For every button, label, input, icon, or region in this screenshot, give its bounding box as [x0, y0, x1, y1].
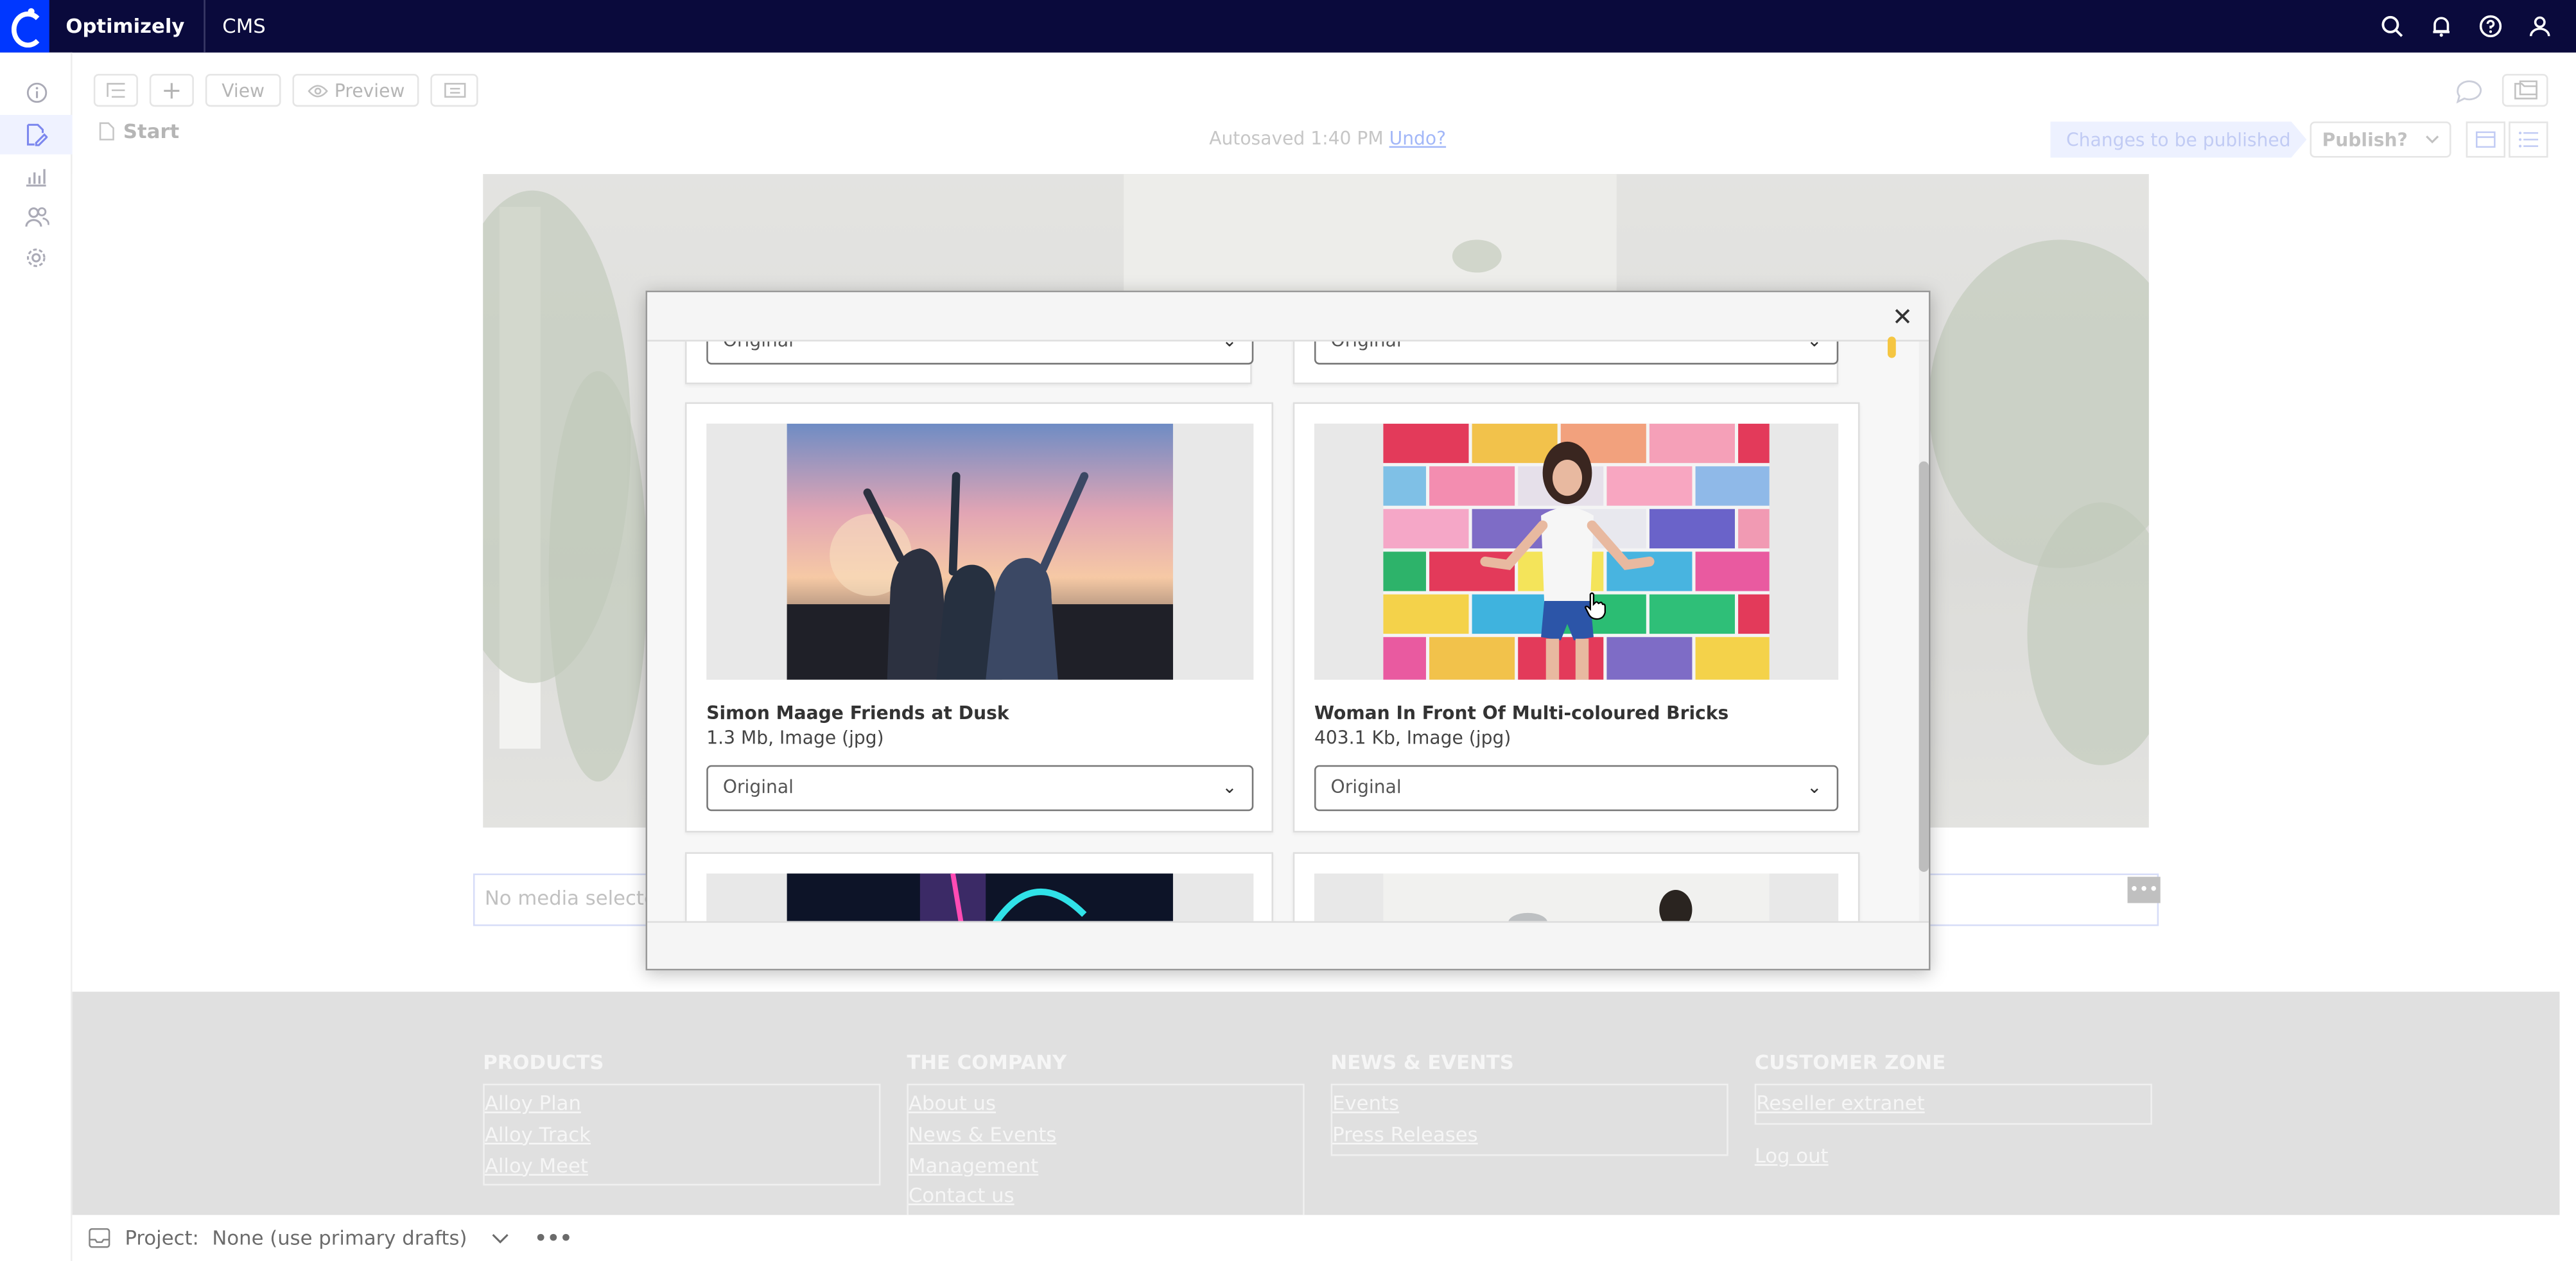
media-thumbnail: [1314, 423, 1839, 680]
chevron-down-icon: ⌄: [1222, 342, 1237, 351]
media-card[interactable]: [1292, 852, 1860, 921]
media-meta: 403.1 Kb, Image (jpg): [1314, 727, 1511, 749]
upload-progress-indicator: [1887, 336, 1896, 358]
size-select-value: Original: [1330, 776, 1402, 798]
brand-name: Optimizely: [65, 15, 185, 38]
product-name: CMS: [222, 15, 266, 38]
person-image: [1383, 873, 1770, 921]
hand-cursor-icon: [1584, 592, 1606, 620]
dialog-footer: [647, 921, 1929, 969]
size-select[interactable]: Original ⌄: [1314, 341, 1839, 365]
app-root: Optimizely CMS + View Preview Start Auto…: [0, 0, 2576, 1261]
media-title: Woman In Front Of Multi-coloured Bricks: [1314, 702, 1729, 724]
chevron-down-icon: ⌄: [1807, 776, 1822, 798]
chevron-down-icon: ⌄: [1807, 342, 1822, 351]
size-select-value: Original: [723, 342, 794, 351]
media-card[interactable]: Woman In Front Of Multi-coloured Bricks …: [1292, 402, 1860, 833]
size-select-value: Original: [1331, 342, 1402, 351]
media-card-prev-left[interactable]: Original ⌄: [684, 341, 1254, 385]
friends-at-dusk-image: [787, 423, 1173, 680]
dialog-header: ✕: [647, 292, 1929, 342]
media-card-prev-right[interactable]: Original ⌄: [1292, 341, 1839, 385]
media-title: Simon Maage Friends at Dusk: [706, 702, 1009, 724]
search-icon[interactable]: [2379, 13, 2405, 39]
optimizely-logo-icon[interactable]: [0, 0, 49, 53]
colourful-bricks-image: [1383, 423, 1770, 680]
media-card[interactable]: [684, 852, 1273, 921]
help-icon[interactable]: [2478, 13, 2504, 39]
top-icons: [2379, 0, 2553, 53]
media-thumbnail: [706, 873, 1254, 921]
chevron-down-icon: ⌄: [1222, 776, 1237, 798]
close-icon[interactable]: ✕: [1886, 300, 1919, 333]
media-thumbnail: [1314, 873, 1839, 921]
media-thumbnail: [706, 423, 1254, 680]
size-select[interactable]: Original ⌄: [706, 341, 1254, 365]
user-icon[interactable]: [2527, 13, 2553, 39]
size-select[interactable]: Original ⌄: [706, 765, 1254, 812]
scrollbar-thumb[interactable]: [1919, 461, 1929, 872]
dialog-body: Original ⌄ Original ⌄: [647, 341, 1929, 921]
media-select-dialog: ✕ Original ⌄ Original ⌄: [645, 290, 1931, 971]
size-select[interactable]: Original ⌄: [1314, 765, 1839, 812]
top-bar: Optimizely CMS: [0, 0, 2576, 53]
dialog-scrollbar[interactable]: [1919, 341, 1929, 921]
media-card[interactable]: Simon Maage Friends at Dusk 1.3 Mb, Imag…: [684, 402, 1273, 833]
neon-image: [787, 873, 1173, 921]
bell-icon[interactable]: [2428, 13, 2455, 39]
media-meta: 1.3 Mb, Image (jpg): [706, 727, 884, 749]
size-select-value: Original: [722, 776, 794, 798]
divider: [204, 0, 206, 53]
